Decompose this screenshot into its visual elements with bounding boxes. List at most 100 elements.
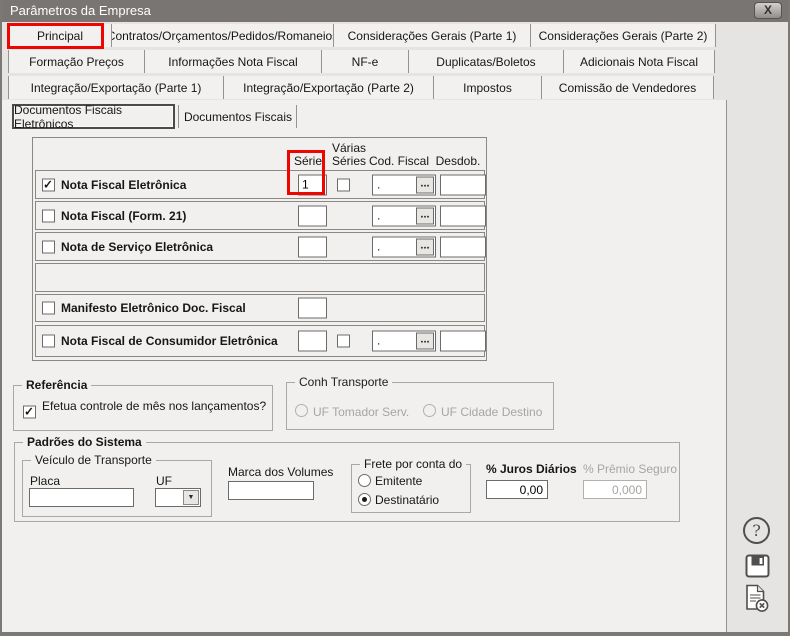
tab-impostos[interactable]: Impostos [434,76,542,99]
premio-seguro-label: % Prêmio Seguro [583,462,677,476]
subtab-separator [178,105,179,128]
ellipsis-button[interactable]: ... [416,207,434,224]
conh-transporte-group: Conh Transporte UF Tomador Serv. UF Cida… [286,382,554,430]
header-serie: Série [291,154,325,168]
checkbox-nfc-eletronica[interactable] [42,335,55,348]
cod-fiscal-combo[interactable]: . ... [372,205,436,226]
tab-row-1: Principal Contratos/Orçamentos/Pedidos/R… [2,24,788,47]
tab-row-3: Integração/Exportação (Parte 1) Integraç… [2,76,788,99]
checkbox-nota-servico-eletronica[interactable] [42,240,55,253]
radio-destinatario[interactable] [358,493,371,506]
window-title: Parâmetros da Empresa [2,0,788,22]
tab-consideracoes-gerais-1[interactable]: Considerações Gerais (Parte 1) [334,24,531,47]
serie-input[interactable] [298,331,327,352]
radio-label: Destinatário [375,493,439,507]
save-icon[interactable] [745,554,770,578]
group-title: Veículo de Transporte [31,453,156,467]
placa-label: Placa [30,474,60,488]
combo-value: . [377,177,380,191]
tab-contratos[interactable]: Contratos/Orçamentos/Pedidos/Romaneios [112,24,334,47]
tab-principal[interactable]: Principal [8,24,112,47]
frete-group: Frete por conta do Emitente Destinatário [351,464,471,513]
varias-series-checkbox[interactable] [337,178,350,191]
row-label: Nota Fiscal (Form. 21) [61,209,186,223]
table-row-nfc-eletronica: Nota Fiscal de Consumidor Eletrônica . .… [35,325,485,357]
table-row-nota-servico-eletronica: Nota de Serviço Eletrônica . ... [35,232,485,261]
serie-input[interactable] [298,174,327,195]
ellipsis-button[interactable]: ... [416,176,434,193]
tab-informacoes-nota-fiscal[interactable]: Informações Nota Fiscal [145,50,322,73]
ellipsis-button[interactable]: ... [416,333,434,350]
placa-input[interactable] [29,488,134,507]
exit-document-icon[interactable] [743,584,770,613]
premio-seguro-input[interactable] [583,480,647,499]
row-label: Nota Fiscal de Consumidor Eletrônica [61,334,278,348]
combo-value: . [377,239,380,253]
referencia-group: Referência ✓ Efetua controle de mês nos … [13,385,273,431]
cod-fiscal-combo[interactable]: . ... [372,331,436,352]
marca-volumes-input[interactable] [228,481,314,500]
tab-nfe[interactable]: NF-e [322,50,409,73]
dropdown-arrow-icon[interactable]: ▼ [183,490,199,505]
check-icon: ✓ [24,406,34,418]
desdob-input[interactable] [440,236,486,257]
subtab-documentos-fiscais[interactable]: Documentos Fiscais [182,104,294,129]
uf-label: UF [156,474,172,488]
radio-uf-tomador[interactable] [295,404,308,417]
marca-volumes-label: Marca dos Volumes [228,465,333,479]
group-title: Padrões do Sistema [23,435,146,449]
subtab-separator [296,105,297,128]
table-row-nota-fiscal-form21: Nota Fiscal (Form. 21) . ... [35,201,485,230]
uf-dropdown[interactable]: ▼ [155,488,201,507]
header-desdob: Desdob. [433,154,483,168]
padroes-sistema-group: Padrões do Sistema Veículo de Transporte… [14,442,680,522]
tab-consideracoes-gerais-2[interactable]: Considerações Gerais (Parte 2) [531,24,716,47]
desdob-input[interactable] [440,331,486,352]
juros-diarios-label: % Juros Diários [486,462,577,476]
serie-input[interactable] [298,298,327,319]
tab-adicionais-nota-fiscal[interactable]: Adicionais Nota Fiscal [564,50,715,73]
radio-uf-cidade-destino[interactable] [423,404,436,417]
desdob-input[interactable] [440,174,486,195]
varias-series-checkbox[interactable] [337,335,350,348]
group-title: Referência [22,378,91,392]
radio-label: UF Cidade Destino [441,405,542,419]
checkbox-label: Efetua controle de mês nos lançamentos? [42,399,266,413]
table-row-manifesto-eletronico: Manifesto Eletrônico Doc. Fiscal [35,294,485,322]
combo-value: . [377,334,380,348]
veiculo-transporte-group: Veículo de Transporte Placa UF ▼ [22,460,212,517]
header-cod-fiscal: Cod. Fiscal [367,154,431,168]
header-varias-line1: Várias [331,141,367,155]
tab-integracao-exportacao-1[interactable]: Integração/Exportação (Parte 1) [8,76,224,99]
checkbox-controle-mes[interactable]: ✓ [23,406,36,419]
serie-input[interactable] [298,236,327,257]
group-title: Frete por conta do [360,457,466,471]
juros-diarios-input[interactable] [486,480,548,499]
subtab-documentos-fiscais-eletronicos[interactable]: Documentos Fiscais Eletrônicos [12,104,175,129]
cod-fiscal-combo[interactable]: . ... [372,174,436,195]
serie-input[interactable] [298,205,327,226]
table-row-nota-fiscal-eletronica: ✓ Nota Fiscal Eletrônica . ... [35,170,485,199]
tab-row-2: Formação Preços Informações Nota Fiscal … [2,50,788,73]
radio-emitente[interactable] [358,474,371,487]
titlebar: Parâmetros da Empresa X [2,0,788,22]
row-label: Nota Fiscal Eletrônica [61,178,186,192]
close-button[interactable]: X [754,2,782,19]
tab-comissao-vendedores[interactable]: Comissão de Vendedores [542,76,714,99]
table-row-empty [35,263,485,292]
parametros-empresa-dialog: Parâmetros da Empresa X Principal Contra… [0,0,790,636]
help-icon[interactable]: ? [743,517,770,544]
tab-duplicatas-boletos[interactable]: Duplicatas/Boletos [409,50,564,73]
tab-formacao-precos[interactable]: Formação Preços [8,50,145,73]
checkbox-nota-fiscal-form21[interactable] [42,209,55,222]
row-label: Manifesto Eletrônico Doc. Fiscal [61,301,246,315]
row-label: Nota de Serviço Eletrônica [61,240,213,254]
combo-value: . [377,208,380,222]
tab-integracao-exportacao-2[interactable]: Integração/Exportação (Parte 2) [224,76,434,99]
checkbox-manifesto-eletronico[interactable] [42,302,55,315]
radio-label: Emitente [375,474,422,488]
cod-fiscal-combo[interactable]: . ... [372,236,436,257]
ellipsis-button[interactable]: ... [416,238,434,255]
desdob-input[interactable] [440,205,486,226]
checkbox-nota-fiscal-eletronica[interactable]: ✓ [42,178,55,191]
